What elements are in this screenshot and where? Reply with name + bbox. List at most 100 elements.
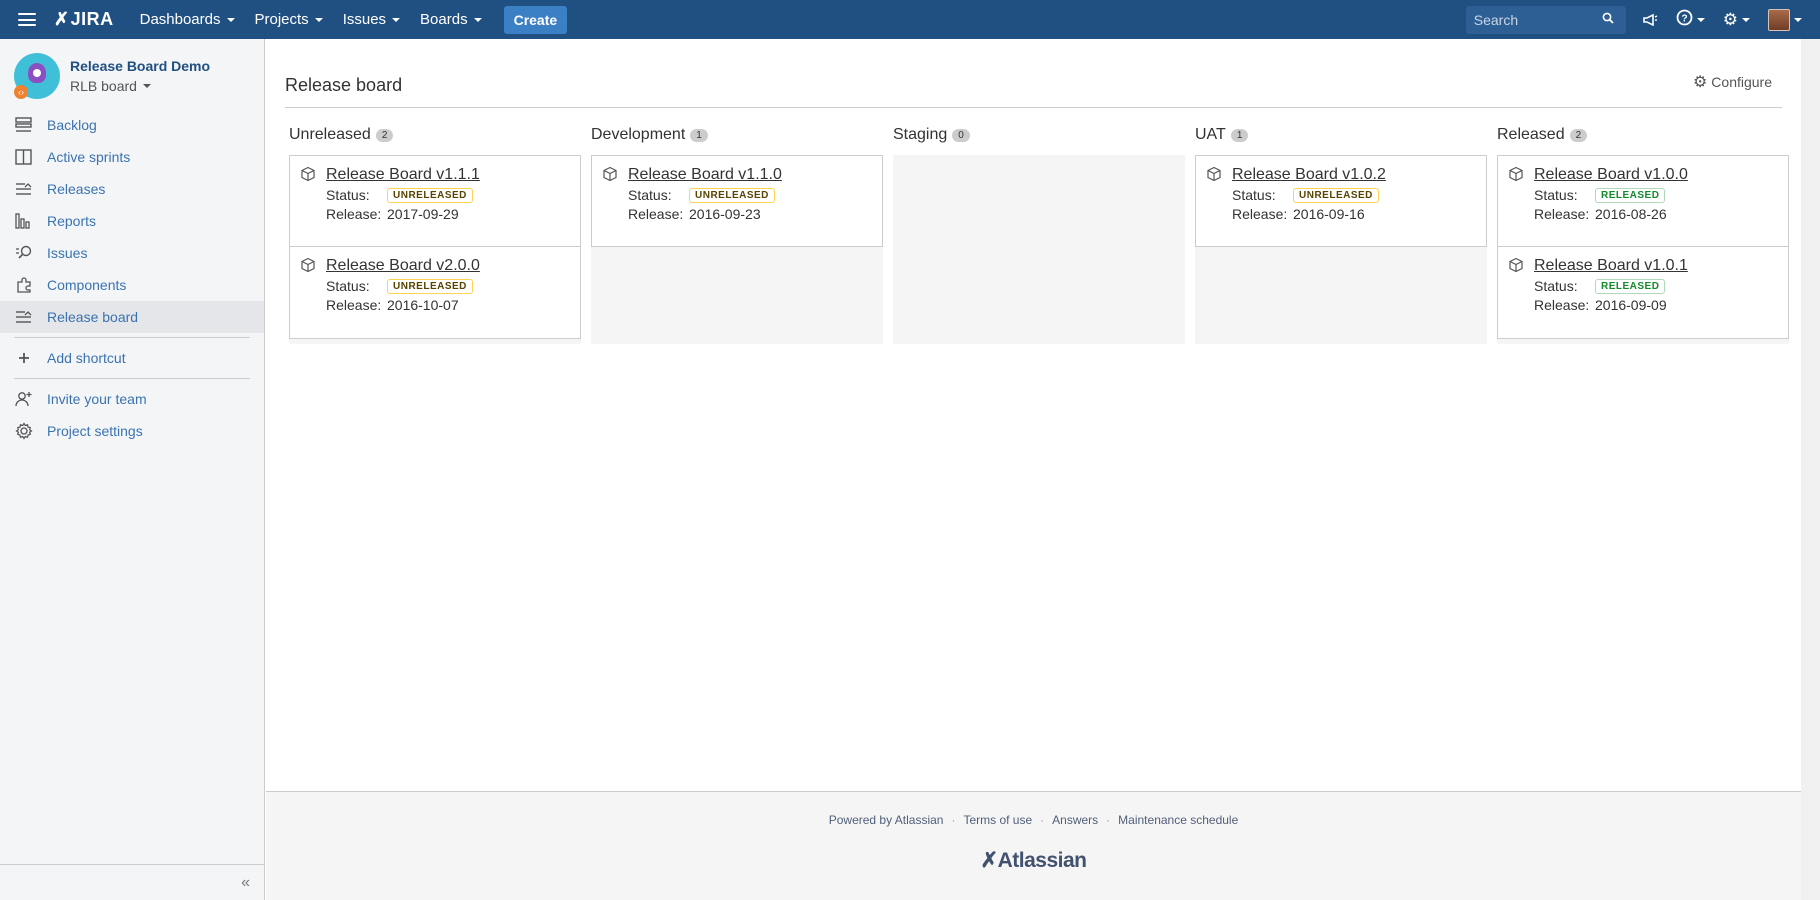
release-board-icon — [14, 307, 34, 327]
page-title: Release board — [285, 75, 403, 95]
column-header: Staging 0 — [893, 124, 1185, 146]
column-body: Release Board v1.1.1 Status: UNRELEASED R… — [289, 155, 581, 344]
reports-icon — [14, 211, 34, 231]
gear-icon — [14, 421, 34, 441]
project-name[interactable]: Release Board Demo — [70, 58, 210, 74]
version-card[interactable]: Release Board v1.0.0 Status: RELEASED Rel… — [1497, 155, 1789, 247]
releases-icon — [14, 179, 34, 199]
column-development: Development 1 Release Board v1.1.0 Statu… — [591, 124, 883, 344]
version-card[interactable]: Release Board v1.0.1 Status: RELEASED Rel… — [1497, 247, 1789, 339]
chevron-down-icon — [1742, 17, 1750, 22]
column-body: Release Board v1.0.2 Status: UNRELEASED R… — [1195, 155, 1487, 344]
gear-icon: ⚙ — [1722, 9, 1738, 29]
package-icon — [602, 166, 618, 182]
code-badge-icon: ‹› — [14, 85, 28, 99]
column-count-badge: 1 — [690, 128, 708, 142]
status-badge: UNRELEASED — [387, 278, 473, 294]
user-avatar — [1768, 8, 1790, 31]
user-menu[interactable] — [1768, 8, 1802, 31]
nav-issues[interactable]: Issues — [343, 11, 401, 28]
app-switcher-menu-icon[interactable] — [0, 0, 54, 39]
footer-link-answers[interactable]: Answers — [1052, 813, 1098, 827]
release-date: 2017-09-29 — [387, 206, 459, 222]
version-title-link[interactable]: Release Board v1.0.0 — [1534, 166, 1778, 184]
version-card[interactable]: Release Board v1.1.1 Status: UNRELEASED R… — [289, 155, 581, 247]
gear-icon: ⚙ — [1692, 74, 1708, 91]
help-menu[interactable]: ? — [1676, 9, 1705, 31]
help-icon: ? — [1676, 9, 1693, 31]
sidebar-divider — [14, 378, 250, 379]
create-button[interactable]: Create — [503, 5, 568, 34]
search-input[interactable] — [1473, 11, 1602, 28]
footer-link-powered-by[interactable]: Powered by Atlassian — [829, 813, 944, 827]
sidebar-item-releases[interactable]: Releases — [0, 173, 264, 205]
nav-boards[interactable]: Boards — [420, 11, 482, 28]
configure-button[interactable]: ⚙ Configure — [1693, 72, 1772, 92]
column-body — [893, 155, 1185, 344]
sidebar-item-release-board[interactable]: Release board — [0, 301, 264, 333]
sidebar-item-active-sprints[interactable]: Active sprints — [0, 141, 264, 173]
status-badge: UNRELEASED — [387, 187, 473, 203]
sidebar-item-add-shortcut[interactable]: Add shortcut — [0, 342, 264, 374]
status-badge: UNRELEASED — [1293, 187, 1379, 203]
status-badge: RELEASED — [1595, 278, 1666, 294]
collapse-sidebar-icon[interactable]: « — [241, 874, 250, 892]
issues-icon — [14, 243, 34, 263]
sidebar-item-invite-team[interactable]: Invite your team — [0, 383, 264, 415]
sidebar-item-reports[interactable]: Reports — [0, 205, 264, 237]
active-sprints-icon — [14, 147, 34, 167]
chevron-down-icon — [1794, 17, 1802, 22]
main-content: Release board ⚙ Configure Unreleased 2 R… — [266, 39, 1801, 791]
sidebar-item-project-settings[interactable]: Project settings — [0, 415, 264, 447]
sidebar-divider — [14, 337, 250, 338]
column-body: Release Board v1.1.0 Status: UNRELEASED R… — [591, 155, 883, 344]
footer-link-maintenance[interactable]: Maintenance schedule — [1118, 813, 1238, 827]
column-released: Released 2 Release Board v1.0.0 Status: R… — [1497, 124, 1789, 344]
chevron-down-icon — [392, 17, 401, 22]
version-title-link[interactable]: Release Board v1.0.2 — [1232, 166, 1476, 184]
package-icon — [300, 257, 316, 273]
footer-link-terms[interactable]: Terms of use — [963, 813, 1032, 827]
atlassian-logo[interactable]: ✗Atlassian — [266, 848, 1801, 873]
sidebar-item-components[interactable]: Components — [0, 269, 264, 301]
status-badge: RELEASED — [1595, 187, 1666, 203]
version-title-link[interactable]: Release Board v1.1.1 — [326, 166, 570, 184]
version-card[interactable]: Release Board v1.1.0 Status: UNRELEASED R… — [591, 155, 883, 247]
sidebar-item-issues[interactable]: Issues — [0, 237, 264, 269]
version-title-link[interactable]: Release Board v1.1.0 — [628, 166, 872, 184]
nav-projects[interactable]: Projects — [255, 11, 323, 28]
project-avatar[interactable]: ‹› — [14, 53, 60, 99]
version-title-link[interactable]: Release Board v1.0.1 — [1534, 257, 1778, 275]
page-scrollbar[interactable] — [1801, 39, 1820, 900]
project-header: ‹› Release Board Demo RLB board — [0, 39, 264, 109]
sidebar-item-backlog[interactable]: Backlog — [0, 109, 264, 141]
project-sidebar: ‹› Release Board Demo RLB board Backlog … — [0, 39, 265, 900]
chevron-down-icon — [314, 17, 323, 22]
search-box — [1465, 5, 1626, 34]
version-card[interactable]: Release Board v2.0.0 Status: UNRELEASED R… — [289, 247, 581, 339]
jira-logo[interactable]: ✗ JIRA — [54, 9, 114, 30]
chevron-down-icon — [226, 17, 235, 22]
version-card[interactable]: Release Board v1.0.2 Status: UNRELEASED R… — [1195, 155, 1487, 247]
column-header: UAT 1 — [1195, 124, 1487, 146]
backlog-icon — [14, 115, 34, 135]
jira-logo-icon: ✗ — [54, 9, 70, 29]
release-date: 2016-10-07 — [387, 297, 459, 313]
search-icon[interactable] — [1602, 12, 1614, 27]
title-divider — [285, 107, 1782, 108]
nav-dashboards[interactable]: Dashboards — [140, 11, 235, 28]
board-switcher[interactable]: RLB board — [70, 78, 210, 94]
column-header: Unreleased 2 — [289, 124, 581, 146]
package-icon — [1508, 166, 1524, 182]
components-icon — [14, 275, 34, 295]
settings-menu[interactable]: ⚙ — [1723, 10, 1750, 30]
column-count-badge: 1 — [1230, 128, 1249, 142]
column-unreleased: Unreleased 2 Release Board v1.1.1 Status… — [289, 124, 581, 344]
release-date: 2016-09-23 — [689, 206, 761, 222]
top-navigation-bar: ✗ JIRA Dashboards Projects Issues Boards… — [0, 0, 1820, 39]
whats-new-icon[interactable] — [1642, 12, 1658, 28]
version-title-link[interactable]: Release Board v2.0.0 — [326, 257, 570, 275]
page-footer: Powered by Atlassian · Terms of use · Answer… — [266, 791, 1801, 900]
chevron-down-icon — [142, 84, 151, 88]
release-date: 2016-09-09 — [1595, 297, 1667, 313]
